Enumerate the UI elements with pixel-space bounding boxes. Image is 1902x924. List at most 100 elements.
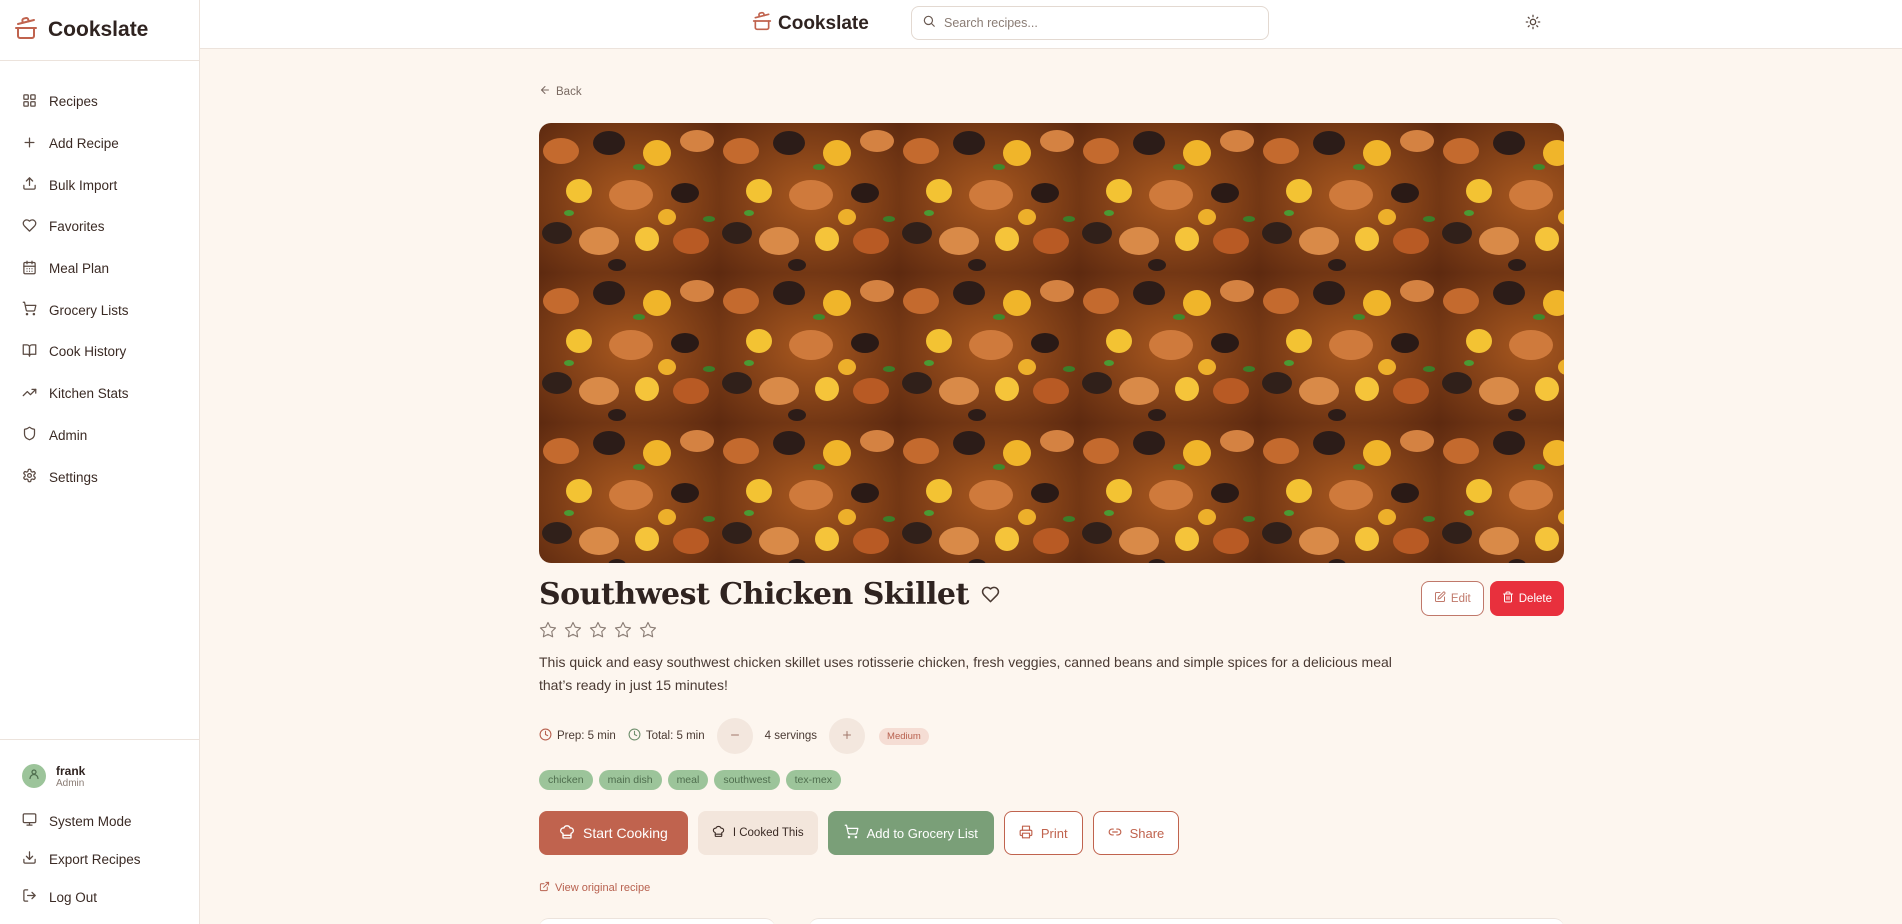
export-recipes-button[interactable]: Export Recipes [0,840,199,878]
star-icon[interactable] [589,621,607,644]
recipe-admin-actions: Edit Delete [1420,581,1564,616]
cooking-pot-icon [14,16,38,45]
print-label: Print [1040,825,1068,841]
sidebar-item-label: Add Recipe [49,136,119,152]
recipe-actions: Start Cooking I Cooked This Add to Groce… [539,811,1180,855]
sidebar-item-label: Kitchen Stats [49,386,129,402]
edit-button[interactable]: Edit [1420,581,1484,616]
tag-chip[interactable]: main dish [598,770,662,790]
logout-icon [22,888,37,906]
export-recipes-label: Export Recipes [49,851,141,867]
recipe-tags: chicken main dish meal southwest tex-mex [539,770,841,790]
star-icon[interactable] [639,621,657,644]
plus-icon [22,135,37,153]
total-time: Total: 5 min [628,728,705,744]
system-mode-label: System Mode [49,813,132,829]
tag-chip[interactable]: meal [667,770,709,790]
sidebar-item-recipes[interactable]: Recipes [0,81,199,123]
add-to-grocery-list-button[interactable]: Add to Grocery List [827,811,994,855]
sidebar-item-favorites[interactable]: Favorites [0,206,199,248]
search-bar [911,6,1269,40]
sidebar-item-kitchen-stats[interactable]: Kitchen Stats [0,373,199,415]
increase-servings-button[interactable] [829,718,866,754]
star-rating [539,621,657,644]
delete-label: Delete [1518,592,1552,605]
sidebar-item-label: Cook History [49,344,127,360]
star-icon[interactable] [614,621,632,644]
sidebar-item-bulk-import[interactable]: Bulk Import [0,164,199,206]
share-button[interactable]: Share [1092,811,1180,855]
servings-count: 4 servings [764,730,818,742]
shield-icon [22,426,37,444]
sidebar-item-admin[interactable]: Admin [0,415,199,457]
sidebar-item-cook-history[interactable]: Cook History [0,331,199,373]
tag-chip[interactable]: tex-mex [785,770,841,790]
star-icon[interactable] [564,621,582,644]
sidebar-item-add-recipe[interactable]: Add Recipe [0,123,199,165]
avatar [22,764,46,788]
edit-label: Edit [1450,592,1471,605]
favorite-heart-icon[interactable] [981,585,1000,609]
system-mode-button[interactable]: System Mode [0,802,199,840]
prep-time-label: Prep: 5 min [557,730,616,742]
arrow-left-icon [539,84,551,99]
sidebar-item-label: Grocery Lists [49,302,129,318]
back-button[interactable]: Back [539,84,582,99]
ingredients-card-edge [539,918,775,924]
sidebar-item-grocery-lists[interactable]: Grocery Lists [0,289,199,331]
sidebar-item-label: Admin [49,427,88,443]
log-out-label: Log Out [49,889,98,905]
trending-up-icon [22,385,37,403]
cart-icon [22,301,37,319]
log-out-button[interactable]: Log Out [0,878,199,916]
top-bar: Cookslate [200,0,1902,49]
decrease-servings-button[interactable] [716,718,753,754]
view-original-recipe-link[interactable]: View original recipe [539,881,650,895]
total-time-label: Total: 5 min [645,730,705,742]
sidebar-brand[interactable]: Cookslate [0,0,199,61]
plus-icon [841,729,853,744]
chef-hat-icon [712,825,725,841]
i-cooked-this-button[interactable]: I Cooked This [697,811,818,855]
sidebar-item-label: Meal Plan [49,261,110,277]
calendar-icon [22,260,37,278]
clock-icon [628,728,641,744]
sidebar-item-meal-plan[interactable]: Meal Plan [0,248,199,290]
search-input[interactable] [944,16,1244,30]
heart-icon [22,218,37,236]
chef-hat-icon [559,824,575,843]
minus-icon [729,729,741,744]
user-name: frank [56,763,86,778]
sidebar-item-settings[interactable]: Settings [0,456,199,498]
i-cooked-this-label: I Cooked This [732,827,804,839]
recipe-hero-image [539,123,1564,563]
share-label: Share [1129,825,1165,841]
app-name: Cookslate [48,18,149,41]
search-icon [922,14,936,33]
title-row: Southwest Chicken Skillet [539,577,1000,612]
monitor-icon [22,812,37,830]
print-button[interactable]: Print [1003,811,1083,855]
tag-chip[interactable]: chicken [539,770,593,790]
start-cooking-label: Start Cooking [583,825,668,841]
header-brand[interactable]: Cookslate [752,11,869,36]
cart-icon [844,824,859,842]
sidebar-item-label: Bulk Import [49,177,118,193]
content-cards-top-edge [539,918,1564,924]
upload-icon [22,176,37,194]
difficulty-badge: Medium [879,727,929,745]
grid-icon [22,93,37,111]
sun-icon[interactable] [1525,14,1541,35]
tag-chip[interactable]: southwest [714,770,780,790]
delete-button[interactable]: Delete [1489,581,1564,616]
external-link-icon [539,881,550,895]
clock-icon [539,728,552,744]
start-cooking-button[interactable]: Start Cooking [539,811,688,855]
gear-icon [22,468,37,486]
user-profile[interactable]: frank Admin [0,756,199,796]
edit-icon [1434,591,1446,606]
star-icon[interactable] [539,621,557,644]
trash-icon [1502,591,1514,606]
recipe-description: This quick and easy southwest chicken sk… [539,654,1392,693]
view-original-label: View original recipe [555,882,651,894]
